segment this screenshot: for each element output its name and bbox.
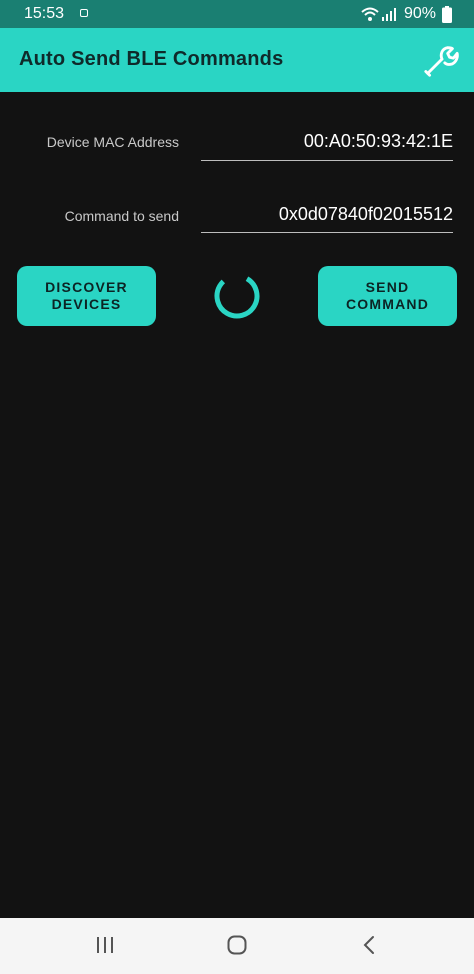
notification-icon bbox=[80, 9, 88, 17]
app-bar: Auto Send BLE Commands bbox=[0, 28, 474, 92]
command-field[interactable]: 0x0d07840f02015512 bbox=[201, 204, 453, 233]
back-icon[interactable] bbox=[362, 935, 376, 955]
battery-level: 90% bbox=[404, 5, 437, 22]
battery-icon bbox=[442, 6, 452, 23]
recent-apps-icon[interactable] bbox=[96, 937, 114, 953]
status-time: 15:53 bbox=[24, 5, 65, 22]
discover-button-line2: DEVICES bbox=[51, 296, 122, 312]
discover-devices-button[interactable]: DISCOVER DEVICES bbox=[17, 266, 156, 326]
mac-address-label: Device MAC Address bbox=[46, 134, 179, 150]
signal-icon bbox=[382, 8, 396, 21]
progress-spinner bbox=[214, 273, 260, 319]
app-title: Auto Send BLE Commands bbox=[19, 48, 284, 70]
home-icon[interactable] bbox=[227, 935, 247, 955]
discover-button-line1: DISCOVER bbox=[45, 279, 128, 295]
send-button-line1: SEND bbox=[365, 279, 410, 295]
wrench-icon[interactable] bbox=[422, 42, 460, 80]
command-label: Command to send bbox=[64, 208, 179, 224]
send-command-button[interactable]: SEND COMMAND bbox=[318, 266, 457, 326]
wifi-icon bbox=[361, 7, 379, 21]
send-button-line2: COMMAND bbox=[345, 296, 430, 312]
mac-address-field[interactable]: 00:A0:50:93:42:1E bbox=[201, 131, 453, 161]
status-bar: 15:53 90% bbox=[0, 0, 474, 28]
system-navigation-bar bbox=[0, 918, 474, 974]
